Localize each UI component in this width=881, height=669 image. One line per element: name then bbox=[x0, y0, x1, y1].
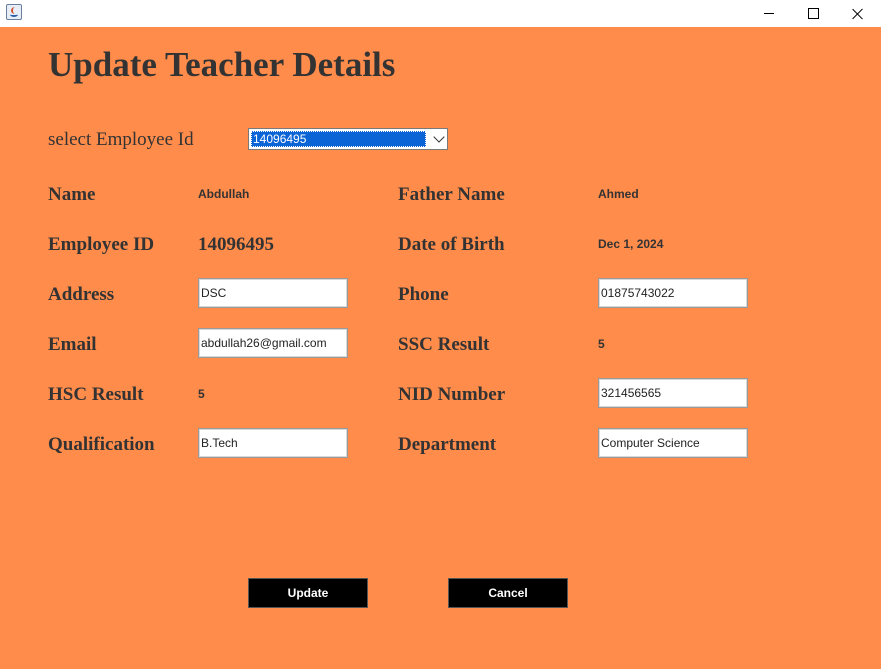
father-name-label: Father Name bbox=[398, 184, 505, 205]
cancel-button[interactable]: Cancel bbox=[448, 578, 568, 608]
ssc-result-label: SSC Result bbox=[398, 334, 490, 355]
employee-id-select[interactable]: 14096495 bbox=[248, 128, 448, 150]
father-name-value: Ahmed bbox=[598, 187, 639, 201]
page-title: Update Teacher Details bbox=[48, 45, 396, 84]
hsc-result-label: HSC Result bbox=[48, 384, 144, 405]
employee-id-select-value: 14096495 bbox=[251, 131, 426, 147]
maximize-icon bbox=[807, 8, 819, 19]
phone-field[interactable] bbox=[598, 278, 748, 308]
qualification-label: Qualification bbox=[48, 434, 155, 455]
email-field[interactable] bbox=[198, 328, 348, 358]
phone-label: Phone bbox=[398, 284, 449, 305]
name-label: Name bbox=[48, 184, 96, 205]
address-label: Address bbox=[48, 284, 115, 305]
nid-number-field[interactable] bbox=[598, 378, 748, 408]
title-bar bbox=[0, 0, 881, 27]
close-icon bbox=[852, 8, 864, 20]
email-label: Email bbox=[48, 334, 97, 355]
maximize-button[interactable] bbox=[790, 0, 836, 27]
minimize-button[interactable] bbox=[746, 0, 792, 27]
ssc-result-value: 5 bbox=[598, 337, 605, 351]
hsc-result-value: 5 bbox=[198, 387, 205, 401]
employee-id-value: 14096495 bbox=[198, 234, 274, 255]
name-value: Abdullah bbox=[198, 187, 250, 201]
qualification-field[interactable] bbox=[198, 428, 348, 458]
chevron-down-icon[interactable] bbox=[433, 131, 445, 143]
nid-number-label: NID Number bbox=[398, 384, 506, 405]
address-field[interactable] bbox=[198, 278, 348, 308]
minimize-icon bbox=[764, 13, 774, 14]
employee-id-label: Employee ID bbox=[48, 234, 155, 255]
close-button[interactable] bbox=[835, 0, 881, 27]
update-button[interactable]: Update bbox=[248, 578, 368, 608]
dob-value: Dec 1, 2024 bbox=[598, 237, 664, 251]
select-employee-label: select Employee Id bbox=[48, 129, 194, 150]
dob-label: Date of Birth bbox=[398, 234, 505, 255]
update-teacher-form: Update Teacher Details select Employee I… bbox=[0, 27, 881, 669]
department-field[interactable] bbox=[598, 428, 748, 458]
department-label: Department bbox=[398, 434, 497, 455]
java-app-icon bbox=[6, 4, 22, 20]
